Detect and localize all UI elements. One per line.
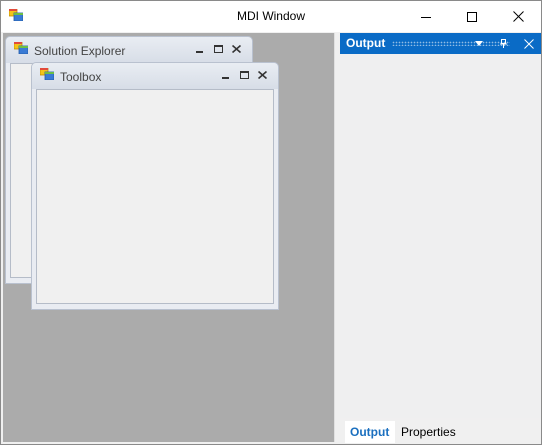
- child-close-button[interactable]: [228, 42, 244, 56]
- child-title-bar[interactable]: Toolbox: [32, 63, 278, 89]
- panel-tab-strip: Output Properties: [340, 420, 541, 444]
- minimize-icon: [222, 77, 229, 79]
- child-content[interactable]: [36, 89, 274, 304]
- child-title-bar[interactable]: Solution Explorer: [6, 37, 252, 63]
- output-panel-header[interactable]: Output: [340, 33, 541, 54]
- maximize-icon: [239, 71, 249, 79]
- child-title: Toolbox: [60, 70, 102, 84]
- maximize-icon: [213, 45, 223, 53]
- child-maximize-button[interactable]: [210, 42, 226, 56]
- output-content[interactable]: [340, 54, 541, 418]
- minimize-button[interactable]: [403, 1, 449, 32]
- title-bar[interactable]: MDI Window: [1, 1, 541, 32]
- panel-grip: [392, 41, 510, 46]
- close-icon: [257, 71, 267, 79]
- close-icon: [231, 45, 241, 53]
- tab-properties[interactable]: Properties: [396, 421, 460, 443]
- minimize-icon: [196, 51, 203, 53]
- panel-close-button[interactable]: [520, 35, 537, 52]
- tab-output[interactable]: Output: [345, 421, 395, 443]
- pin-icon: [500, 39, 507, 48]
- child-minimize-button[interactable]: [218, 68, 234, 82]
- minimize-icon: [421, 16, 431, 18]
- panel-pin-button[interactable]: [495, 35, 512, 52]
- child-maximize-button[interactable]: [236, 68, 252, 82]
- maximize-icon: [467, 11, 477, 22]
- child-title: Solution Explorer: [34, 44, 126, 58]
- close-icon: [523, 38, 534, 49]
- close-icon: [512, 11, 524, 22]
- output-panel-title: Output: [346, 36, 386, 50]
- child-minimize-button[interactable]: [192, 42, 208, 56]
- panel-menu-button[interactable]: [470, 35, 487, 52]
- child-close-button[interactable]: [254, 68, 270, 82]
- app-window-icon: [14, 42, 28, 54]
- app-window-icon: [40, 68, 54, 80]
- chevron-down-icon: [474, 41, 483, 46]
- main-window: MDI Window Solution Explorer Toolbox Out…: [0, 0, 542, 445]
- output-panel: Output Output Properties: [340, 33, 541, 444]
- close-button[interactable]: [495, 1, 541, 32]
- maximize-button[interactable]: [449, 1, 495, 32]
- mdi-child-toolbox[interactable]: Toolbox: [31, 62, 279, 310]
